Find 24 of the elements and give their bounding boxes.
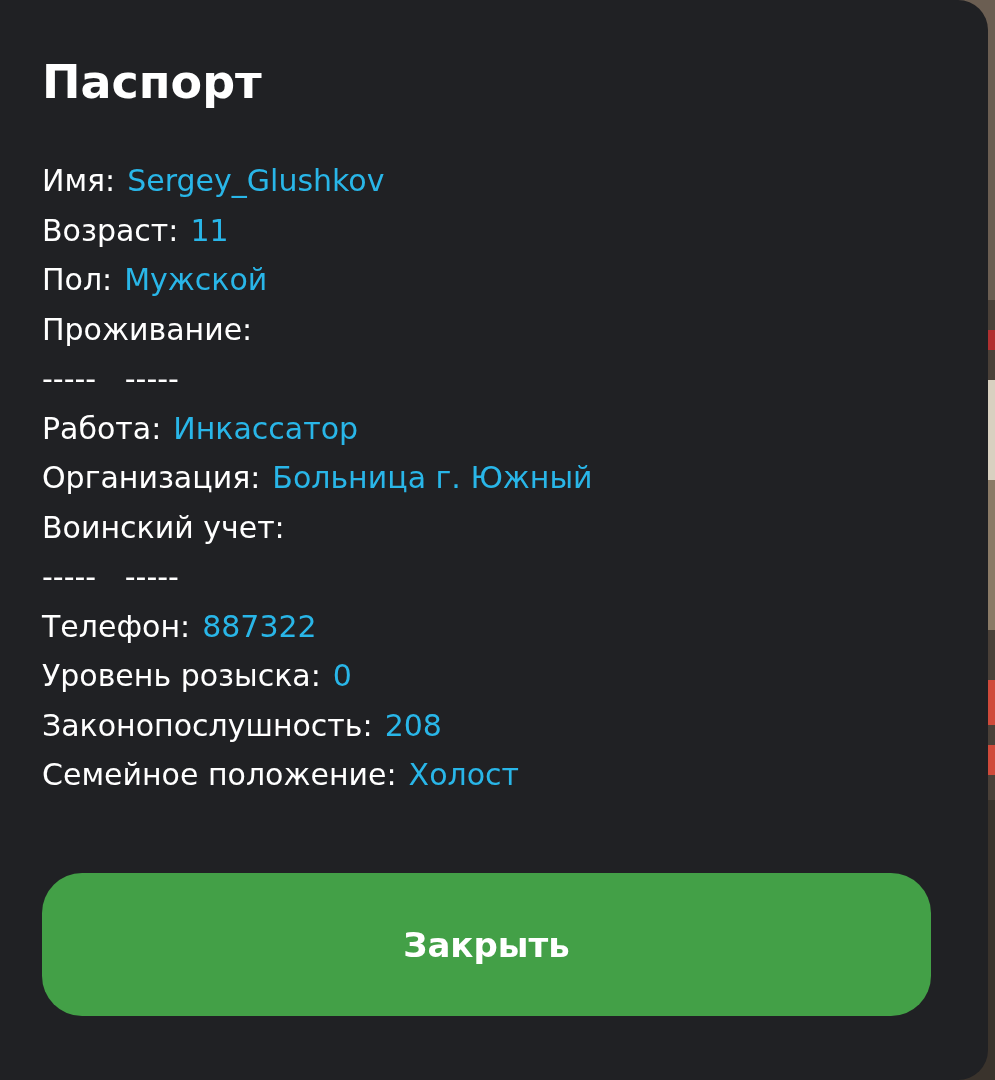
field-label: Работа:: [42, 410, 162, 446]
field-value: Инкассатор: [173, 410, 359, 446]
field-label: Уровень розыска:: [42, 658, 321, 694]
field-label: Имя:: [42, 163, 116, 199]
field-value: Sergey_Glushkov: [127, 163, 385, 199]
field-label: Пол:: [42, 262, 113, 298]
field-label: Проживание:: [42, 311, 253, 347]
empty-value: ----- -----: [42, 559, 179, 595]
field-value: 887322: [202, 608, 317, 644]
field-label: Воинский учет:: [42, 509, 285, 545]
field-label: Семейное положение:: [42, 757, 397, 793]
field-label: Возраст:: [42, 212, 179, 248]
field-label: Телефон:: [42, 608, 191, 644]
field-value: Больница г. Южный: [272, 460, 593, 496]
empty-value: ----- -----: [42, 361, 179, 397]
field-value: Мужской: [124, 262, 268, 298]
field-label: Законопослушность:: [42, 707, 373, 743]
field-value: 0: [332, 658, 352, 694]
close-button[interactable]: Закрыть: [42, 873, 931, 1016]
field-value: 208: [384, 707, 442, 743]
field-value: 11: [190, 212, 229, 248]
field-label: Организация:: [42, 460, 261, 496]
field-value: Холост: [408, 757, 519, 793]
dialog-title: Паспорт: [42, 54, 263, 111]
